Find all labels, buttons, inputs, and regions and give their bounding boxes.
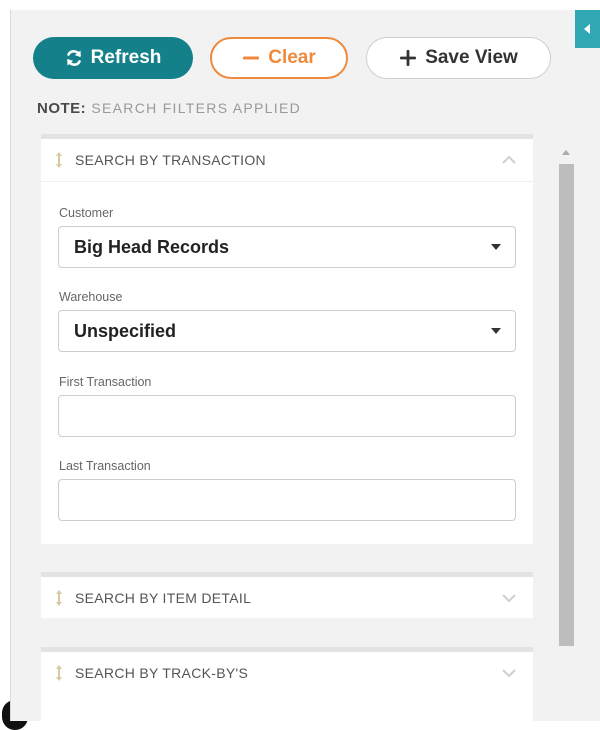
section-search-by-transaction: SEARCH BY TRANSACTION Customer Big Head … [41,134,533,544]
section-title: SEARCH BY TRANSACTION [75,152,266,168]
drag-handle-icon[interactable] [55,152,63,168]
chevron-down-icon[interactable] [501,668,517,678]
last-transaction-input[interactable] [58,479,516,521]
note-text: SEARCH FILTERS APPLIED [91,100,301,116]
section-title: SEARCH BY ITEM DETAIL [75,590,252,606]
warehouse-select[interactable]: Unspecified [58,310,516,352]
left-edge [0,0,10,721]
save-view-button-label: Save View [425,47,518,68]
refresh-button[interactable]: Refresh [33,37,193,79]
warehouse-label: Warehouse [59,290,123,304]
customer-label: Customer [59,206,114,220]
warehouse-value: Unspecified [74,320,177,341]
first-transaction-input[interactable] [58,395,516,437]
note-prefix: NOTE: [37,100,87,117]
collapse-panel-button[interactable] [575,10,600,48]
section-header[interactable]: SEARCH BY TRACK-BY'S [41,652,533,694]
scrollbar-thumb[interactable] [559,164,574,646]
clear-button-label: Clear [268,47,316,68]
chevron-up-icon[interactable] [501,155,517,165]
filters-note: NOTE: SEARCH FILTERS APPLIED [37,100,301,117]
dropdown-caret-icon [491,244,501,250]
last-transaction-label: Last Transaction [59,459,151,473]
scroll-up-arrow-icon[interactable] [562,150,570,155]
refresh-icon [66,50,81,66]
plus-icon [400,50,417,66]
refresh-button-label: Refresh [90,47,162,68]
caret-left-icon [584,24,590,34]
drag-handle-icon[interactable] [55,665,63,681]
scrollbar[interactable] [559,150,574,650]
first-transaction-label: First Transaction [59,375,152,389]
dropdown-caret-icon [491,328,501,334]
minus-icon [243,56,260,60]
section-header[interactable]: SEARCH BY ITEM DETAIL [41,577,533,619]
search-filter-panel: Refresh Clear Save View NOTE: SEARCH FIL… [10,10,600,721]
section-title: SEARCH BY TRACK-BY'S [75,665,249,681]
clear-button[interactable]: Clear [210,37,348,79]
section-header[interactable]: SEARCH BY TRANSACTION [41,139,533,182]
save-view-button[interactable]: Save View [366,37,551,79]
section-search-by-item-detail: SEARCH BY ITEM DETAIL [41,572,533,618]
customer-value: Big Head Records [74,236,230,257]
section-search-by-track-bys: SEARCH BY TRACK-BY'S [41,647,533,721]
chevron-down-icon[interactable] [501,593,517,603]
customer-select[interactable]: Big Head Records [58,226,516,268]
drag-handle-icon[interactable] [55,590,63,606]
